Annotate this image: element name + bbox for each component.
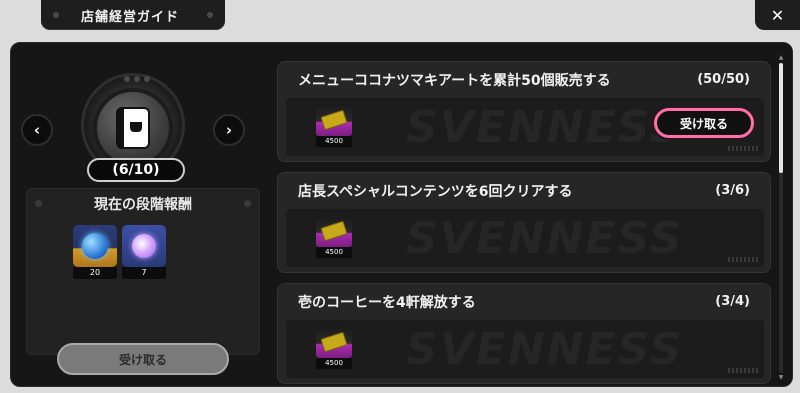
close-button[interactable]: ✕ [755, 0, 800, 30]
reward-count: 20 [73, 267, 117, 279]
prev-stage-button[interactable]: ‹ [21, 114, 53, 146]
reward-count: 4500 [316, 247, 352, 258]
scroll-up-icon: ▲ [778, 54, 784, 61]
stage-reward-header: 現在の段階報酬 [27, 189, 259, 219]
decor-dot [244, 200, 251, 207]
mission-body: SVENNESS 4500 [286, 320, 764, 378]
blue-orb-icon [73, 225, 117, 267]
close-icon: ✕ [770, 5, 785, 25]
reward-count: 7 [122, 267, 166, 279]
decor-dot [35, 200, 42, 207]
mission-scrollbar[interactable]: ▲ ▼ [778, 54, 784, 381]
decor-dot [207, 12, 213, 18]
watermark: SVENNESS [406, 213, 684, 264]
ticket-card-icon [316, 215, 352, 247]
mission-card: 店長スペシャルコンテンツを6回クリアする (3/6) SVENNESS 4500 [277, 172, 771, 273]
mission-title: メニューココナツマキアートを累計50個販売する [298, 72, 611, 89]
claim-mission-button[interactable]: 受け取る [654, 108, 754, 138]
mission-body: SVENNESS 4500 [286, 209, 764, 267]
chevron-left-icon: ‹ [33, 121, 41, 139]
mission-card: メニューココナツマキアートを累計50個販売する (50/50) SVENNESS… [277, 61, 771, 162]
watermark: SVENNESS [406, 102, 684, 153]
guide-panel: ‹ › (6/10) 現在の段階報酬 20 7 受け取る メニューココナツマキア… [10, 42, 793, 387]
notebook-coffee-icon [118, 109, 148, 147]
reward-count: 4500 [316, 136, 352, 147]
decor-stripes [728, 368, 758, 373]
mission-body: SVENNESS 4500 受け取る [286, 98, 764, 156]
chevron-right-icon: › [225, 121, 233, 139]
decor-stripes [728, 257, 758, 262]
mission-header: メニューココナツマキアートを累計50個販売する (50/50) [278, 62, 770, 97]
mission-title: 壱のコーヒーを4軒解放する [298, 294, 476, 311]
mission-reward[interactable]: 4500 [316, 326, 352, 369]
mission-progress: (3/6) [715, 183, 750, 198]
mission-header: 店長スペシャルコンテンツを6回クリアする (3/6) [278, 173, 770, 208]
next-stage-button[interactable]: › [213, 114, 245, 146]
mission-title: 店長スペシャルコンテンツを6回クリアする [298, 183, 573, 200]
watermark: SVENNESS [406, 324, 684, 375]
mission-header: 壱のコーヒーを4軒解放する (3/4) [278, 284, 770, 319]
reward-item[interactable]: 20 [73, 225, 117, 279]
decor-stripes [728, 146, 758, 151]
decor-dot [53, 12, 59, 18]
window-title-tab: 店舗経営ガイド [41, 0, 225, 30]
mission-progress: (50/50) [697, 72, 750, 87]
ticket-card-icon [316, 104, 352, 136]
stage-reward-box: 現在の段階報酬 20 7 [26, 188, 260, 355]
stage-progress: (6/10) [87, 158, 185, 182]
mission-card: 壱のコーヒーを4軒解放する (3/4) SVENNESS 4500 [277, 283, 771, 384]
reward-count: 4500 [316, 358, 352, 369]
mission-reward[interactable]: 4500 [316, 215, 352, 258]
mission-progress: (3/4) [715, 294, 750, 309]
stage-emblem [93, 88, 173, 168]
scroll-track[interactable] [779, 63, 783, 373]
crystal-gem-icon [122, 225, 166, 267]
mission-reward[interactable]: 4500 [316, 104, 352, 147]
window-title: 店舗経営ガイド [81, 9, 180, 25]
stage-reward-title: 現在の段階報酬 [94, 197, 192, 213]
claim-stage-reward-button[interactable]: 受け取る [57, 343, 229, 375]
ticket-card-icon [316, 326, 352, 358]
reward-item[interactable]: 7 [122, 225, 166, 279]
emblem-dots [124, 76, 150, 82]
scroll-down-icon: ▼ [778, 374, 784, 381]
scroll-thumb[interactable] [779, 63, 783, 173]
